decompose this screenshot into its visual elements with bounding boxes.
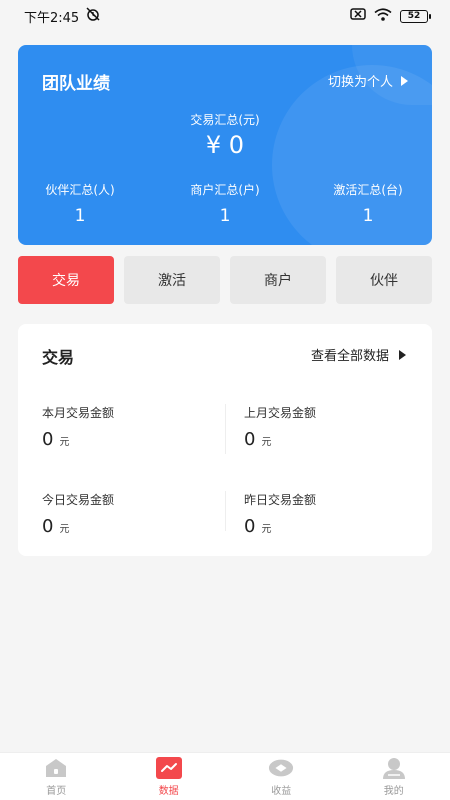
battery-level: 52 [407,11,421,21]
nav-label: 收益 [271,785,292,797]
cell-label: 今日交易金额 [42,493,115,507]
tab-trade[interactable]: 交易 [18,256,114,304]
activation-total-stat: 激活汇总(台) 1 [326,181,410,226]
view-all-label: 查看全部数据 [310,349,389,364]
stat-value: 1 [219,206,231,226]
cell-value: 0 [244,429,256,450]
stat-label: 伙伴汇总(人) [45,183,115,197]
tab-activation[interactable]: 激活 [124,256,220,304]
home-icon [43,757,69,779]
total-trade-value: ¥ 0 [205,131,245,159]
sim-off-icon [350,8,366,24]
switch-label: 切换为个人 [327,75,393,90]
switch-to-personal-button[interactable]: 切换为个人 [328,71,408,90]
nav-earnings[interactable]: 收益 [225,753,338,800]
stat-label: 商户汇总(户) [190,183,260,197]
today-trade: 今日交易金额 0 元 [42,491,114,537]
cell-unit: 元 [59,437,70,448]
cell-value: 0 [42,516,54,537]
cell-label: 昨日交易金额 [244,493,317,507]
stat-value: 1 [74,206,86,226]
user-icon [381,757,407,779]
stat-label: 激活汇总(台) [333,183,403,197]
yesterday-trade: 昨日交易金额 0 元 [244,491,316,537]
total-trade-label: 交易汇总(元) [190,113,260,127]
nav-label: 我的 [383,785,404,797]
merchant-total-stat: 商户汇总(户) 1 [184,181,266,226]
nav-mine[interactable]: 我的 [338,753,450,800]
eye-icon [268,757,294,779]
tab-partner[interactable]: 伙伴 [336,256,432,304]
cell-unit: 元 [261,437,272,448]
team-title: 团队业绩 [42,74,110,94]
trade-summary-card: 交易 查看全部数据 本月交易金额 0 元 上月交易金额 0 元 今日交易金额 0… [18,324,432,556]
cell-label: 本月交易金额 [42,406,115,420]
cell-value: 0 [244,516,256,537]
nav-label: 数据 [158,785,179,797]
view-all-data-button[interactable]: 查看全部数据 [311,345,406,364]
stat-value: 1 [362,206,374,226]
divider [225,404,226,454]
team-performance-card: 团队业绩 切换为个人 交易汇总(元) ¥ 0 伙伴汇总(人) 1 商户汇总(户)… [18,45,432,245]
partner-total-stat: 伙伴汇总(人) 1 [40,181,120,226]
battery-icon: 52 [400,9,431,23]
alarm-off-icon [85,7,101,25]
nav-data[interactable]: 数据 [113,753,226,800]
tab-merchant[interactable]: 商户 [230,256,326,304]
bottom-nav: 首页 数据 收益 我的 [0,752,450,800]
cell-unit: 元 [59,524,70,535]
nav-home[interactable]: 首页 [0,753,113,800]
cell-value: 0 [42,429,54,450]
status-bar: 下午2:45 52 [0,0,450,32]
status-time: 下午2:45 [24,10,80,26]
this-month-trade: 本月交易金额 0 元 [42,404,114,450]
category-tabs: 交易 激活 商户 伙伴 [18,256,432,304]
chart-icon [155,756,182,779]
nav-label: 首页 [46,785,67,797]
last-month-trade: 上月交易金额 0 元 [244,404,316,450]
trade-card-title: 交易 [42,348,75,367]
cell-unit: 元 [261,524,272,535]
divider [225,491,226,531]
arrow-right-icon [401,75,408,86]
cell-label: 上月交易金额 [244,406,317,420]
wifi-icon [374,7,392,25]
arrow-right-icon [399,349,406,360]
